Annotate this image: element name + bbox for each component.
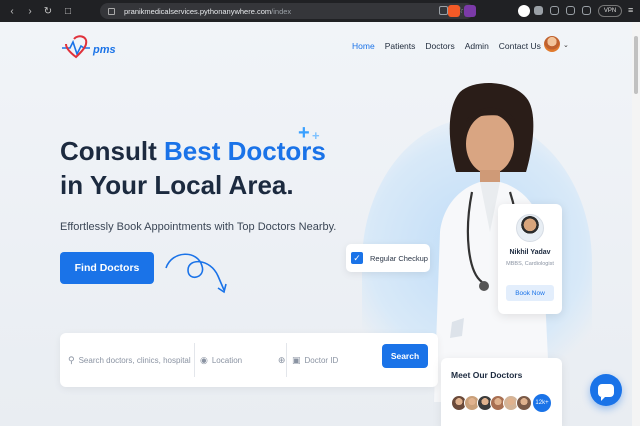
doctor-name: Nikhil Yadav: [509, 249, 551, 256]
extension-icon[interactable]: [518, 5, 530, 17]
plus-small-decoration-icon: +: [312, 128, 320, 143]
main-nav: Home Patients Doctors Admin Contact Us: [352, 41, 541, 51]
puzzle-icon[interactable]: [534, 6, 543, 15]
book-now-button[interactable]: Book Now: [506, 285, 554, 301]
hero-subtitle: Effortlessly Book Appointments with Top …: [60, 221, 337, 233]
location-input[interactable]: [211, 355, 272, 365]
doctor-face-avatar[interactable]: [516, 395, 532, 411]
nav-admin[interactable]: Admin: [465, 41, 489, 51]
scrollbar-thumb[interactable]: [634, 36, 638, 94]
meet-doctors-card: Meet Our Doctors 12k+: [441, 358, 562, 426]
avatar[interactable]: [544, 36, 560, 52]
nav-doctors[interactable]: Doctors: [425, 41, 454, 51]
doctor-id-field[interactable]: ▣: [292, 351, 376, 369]
nav-patients[interactable]: Patients: [385, 41, 416, 51]
triangle-icon[interactable]: [464, 5, 476, 17]
search-bar: ⚲ ◉ ⊕ ▣ Search: [60, 333, 438, 387]
nav-home[interactable]: Home: [352, 41, 375, 51]
locate-me-icon[interactable]: ⊕: [278, 355, 286, 366]
doctor-faces: 12k+: [451, 394, 551, 412]
back-icon[interactable]: ‹: [6, 5, 18, 17]
hero-title: Consult Best Doctors in Your Local Area.: [60, 134, 326, 202]
scrollbar[interactable]: [632, 22, 640, 426]
location-field[interactable]: ◉ ⊕: [200, 351, 286, 369]
chat-button[interactable]: [590, 374, 622, 406]
chat-icon: [598, 383, 614, 401]
calendar-icon: ▣: [292, 354, 301, 365]
divider: [194, 343, 195, 377]
nav-contact[interactable]: Contact Us: [499, 41, 541, 51]
shield-icon[interactable]: [448, 5, 460, 17]
hero-title-prefix: Consult: [60, 136, 164, 166]
lock-icon: [108, 7, 115, 15]
share-icon[interactable]: [439, 6, 448, 15]
wallet-icon[interactable]: [566, 6, 575, 15]
search-button[interactable]: Search: [382, 344, 428, 368]
search-input[interactable]: [78, 355, 191, 365]
menu-icon[interactable]: ≡: [628, 5, 633, 15]
find-doctors-button[interactable]: Find Doctors: [60, 252, 154, 284]
plus-decoration-icon: +: [298, 122, 310, 144]
url-host: pranikmedicalservices.pythonanywhere.com: [124, 6, 272, 16]
home-icon[interactable]: □: [62, 5, 74, 17]
hero-title-line2: in Your Local Area.: [60, 170, 294, 200]
check-icon: ✓: [351, 252, 363, 264]
divider: [286, 343, 287, 377]
swirl-arrow-icon: [165, 253, 227, 294]
brand-name: pms: [92, 44, 116, 56]
search-field[interactable]: ⚲: [68, 351, 194, 369]
doctor-avatar: [516, 214, 544, 242]
regular-checkup-badge: ✓ Regular Checkup: [346, 244, 430, 272]
meet-doctors-title: Meet Our Doctors: [451, 370, 523, 380]
doctor-count-badge[interactable]: 12k+: [533, 394, 551, 412]
forward-icon[interactable]: ›: [24, 5, 36, 17]
download-icon[interactable]: [582, 6, 591, 15]
search-icon: ⚲: [68, 354, 75, 365]
page: pms Home Patients Doctors Admin Contact …: [0, 22, 632, 426]
chevron-down-icon[interactable]: ⌄: [563, 41, 569, 49]
browser-toolbar: ‹ › ↻ □ pranikmedicalservices.pythonanyw…: [0, 0, 640, 22]
vpn-button[interactable]: VPN: [598, 5, 622, 17]
doctor-specialty: MBBS, Cardiologist: [506, 261, 554, 267]
location-pin-icon: ◉: [200, 354, 208, 365]
url-path: /index: [271, 6, 292, 16]
doctor-card: Nikhil Yadav MBBS, Cardiologist Book Now: [498, 204, 562, 314]
address-bar[interactable]: pranikmedicalservices.pythonanywhere.com…: [100, 3, 474, 19]
doctor-id-input[interactable]: [304, 355, 371, 365]
sidebar-icon[interactable]: [550, 6, 559, 15]
checkup-label: Regular Checkup: [370, 253, 428, 263]
pms-logo[interactable]: pms: [60, 34, 140, 62]
reload-icon[interactable]: ↻: [42, 5, 54, 17]
